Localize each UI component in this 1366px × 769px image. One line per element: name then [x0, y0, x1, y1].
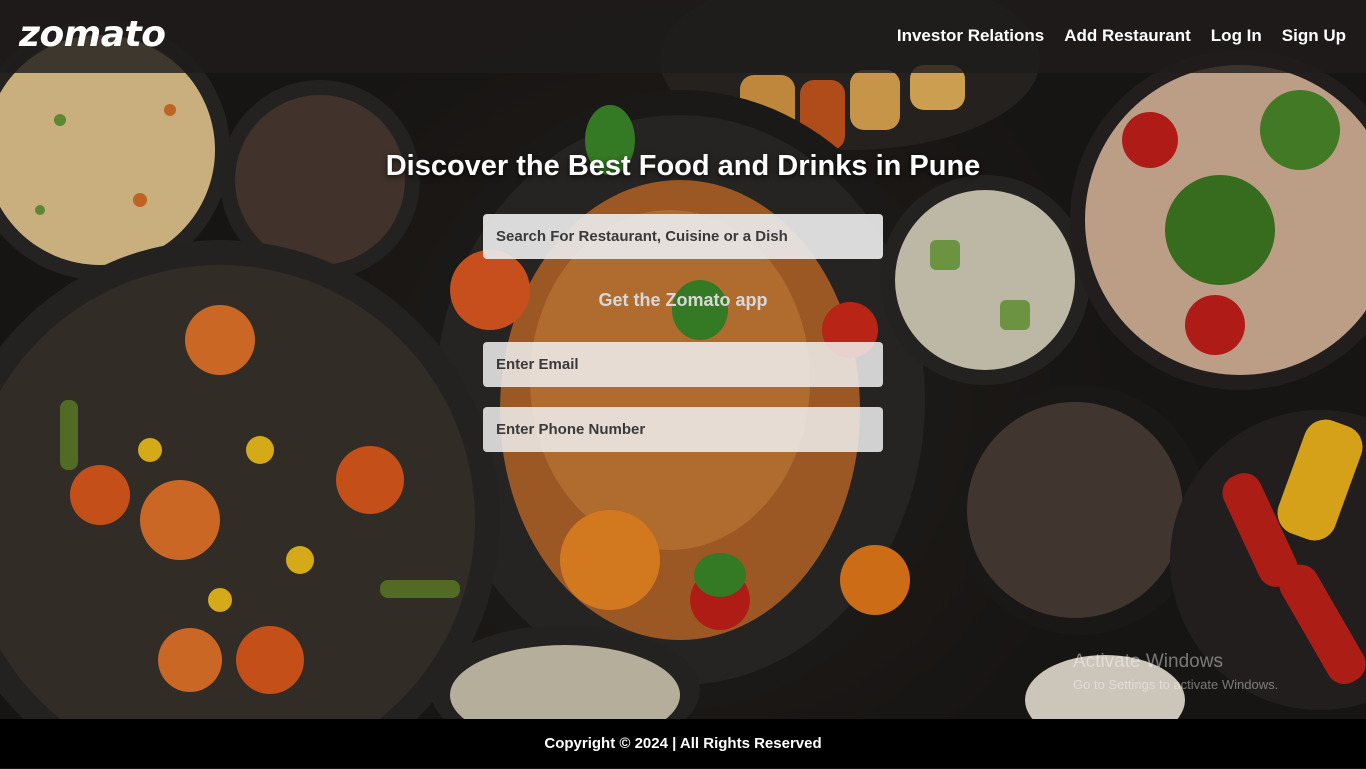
nav-log-in[interactable]: Log In: [1211, 26, 1262, 46]
watermark-title: Activate Windows: [1073, 651, 1223, 672]
top-navbar: zomato Investor Relations Add Restaurant…: [0, 0, 1366, 73]
zomato-logo[interactable]: zomato: [19, 14, 166, 55]
nav-sign-up[interactable]: Sign Up: [1282, 26, 1346, 46]
nav-add-restaurant[interactable]: Add Restaurant: [1064, 26, 1191, 46]
get-app-text: Get the Zomato app: [598, 290, 768, 310]
watermark-subtitle: Go to Settings to activate Windows.: [1073, 677, 1279, 692]
nav-investor-relations[interactable]: Investor Relations: [897, 26, 1044, 46]
windows-activation-watermark: Activate Windows Go to Settings to activ…: [1073, 651, 1278, 692]
phone-field[interactable]: [483, 407, 883, 452]
footer: Copyright © 2024 | All Rights Reserved: [0, 719, 1366, 768]
nav-links: Investor Relations Add Restaurant Log In…: [897, 26, 1346, 46]
copyright-text: Copyright © 2024 | All Rights Reserved: [544, 735, 822, 752]
email-field[interactable]: [483, 342, 883, 387]
page-headline: Discover the Best Food and Drinks in Pun…: [385, 150, 981, 182]
search-input[interactable]: [483, 214, 883, 259]
